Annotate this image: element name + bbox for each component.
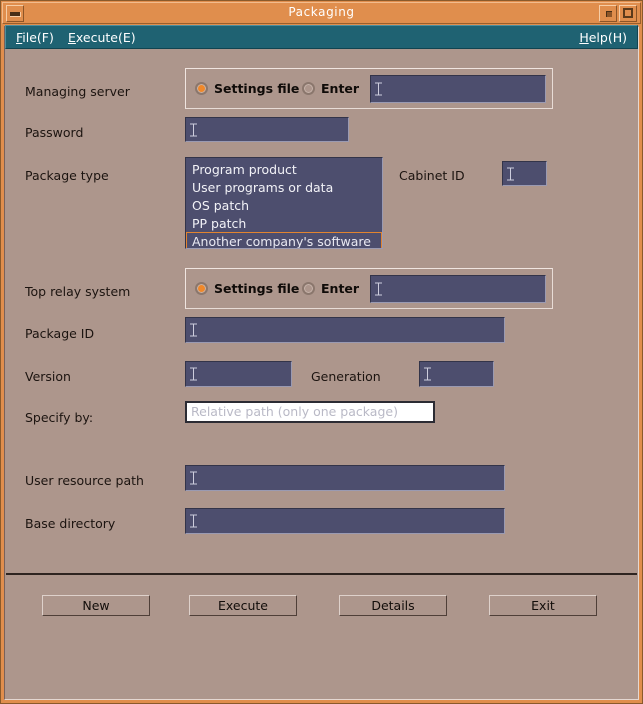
top-relay-system-radio-enter[interactable] [302,282,315,295]
package-type-option[interactable]: OS patch [186,196,382,214]
managing-server-radio-settings-file[interactable] [195,82,208,95]
top-relay-system-radio-settings-file[interactable] [195,282,208,295]
menu-item-file[interactable]: File(F) [16,30,54,45]
base-directory-label: Base directory [25,516,116,531]
new-button[interactable]: New [42,595,150,616]
package-type-option[interactable]: User programs or data [186,178,382,196]
managing-server-radio-settings-file-label: Settings file [214,81,300,96]
minimize-button[interactable] [599,5,617,22]
package-type-option[interactable]: Another company's software [186,232,382,248]
generation-label: Generation [311,369,381,384]
text-caret-icon [375,282,382,296]
specify-by-combo[interactable]: Relative path (only one package) [185,401,435,423]
text-caret-icon [424,367,431,381]
maximize-icon [623,8,633,18]
text-caret-icon [190,123,197,136]
form-panel: Managing server Settings file Enter Pass… [6,51,637,573]
text-caret-icon [190,471,197,485]
top-relay-system-label: Top relay system [25,284,131,299]
application-window: Packaging File(F) Execute(E) Help(H) Man… [0,0,643,704]
base-directory-input[interactable] [185,508,505,534]
text-caret-icon [190,323,197,337]
top-relay-system-radio-settings-file-label: Settings file [214,281,300,296]
text-caret-icon [375,82,382,96]
menu-help-label: elp(H) [588,30,627,45]
package-type-listbox[interactable]: Program product User programs or data OS p… [185,157,383,249]
minimize-icon [606,11,612,17]
window-title: Packaging [288,5,355,19]
menu-item-help[interactable]: Help(H) [579,30,627,45]
version-label: Version [25,369,71,384]
managing-server-input[interactable] [370,75,546,103]
managing-server-radio-enter[interactable] [302,82,315,95]
text-caret-icon [190,514,197,528]
specify-by-label: Specify by: [25,410,94,425]
menu-file-label: ile(F) [22,30,54,45]
text-caret-icon [507,167,514,180]
package-id-label: Package ID [25,326,95,341]
password-label: Password [25,125,84,140]
package-type-option[interactable]: Program product [186,160,382,178]
password-input[interactable] [185,117,349,142]
maximize-button[interactable] [619,5,637,22]
managing-server-group: Settings file Enter [185,68,553,109]
top-relay-system-group: Settings file Enter [185,268,553,309]
top-relay-system-radio-enter-label: Enter [321,281,360,296]
title-bar[interactable]: Packaging [2,2,641,24]
package-type-label: Package type [25,168,109,183]
cabinet-id-input[interactable] [502,161,547,186]
button-bar: New Execute Details Exit [6,575,637,698]
user-resource-path-input[interactable] [185,465,505,491]
menu-execute-mnemonic: E [68,30,76,45]
package-type-option[interactable]: PP patch [186,214,382,232]
details-button[interactable]: Details [339,595,447,616]
menu-bar: File(F) Execute(E) Help(H) [5,25,638,49]
text-caret-icon [190,367,197,381]
package-id-input[interactable] [185,317,505,343]
menu-item-execute[interactable]: Execute(E) [68,30,136,45]
version-input[interactable] [185,361,292,387]
cabinet-id-label: Cabinet ID [399,168,465,183]
managing-server-radio-enter-label: Enter [321,81,360,96]
user-resource-path-label: User resource path [25,473,144,488]
top-relay-system-input[interactable] [370,275,546,303]
execute-button[interactable]: Execute [189,595,297,616]
menu-help-mnemonic: H [579,30,589,45]
exit-button[interactable]: Exit [489,595,597,616]
managing-server-label: Managing server [25,84,130,99]
generation-input[interactable] [419,361,494,387]
menu-execute-label: xecute(E) [75,30,136,45]
